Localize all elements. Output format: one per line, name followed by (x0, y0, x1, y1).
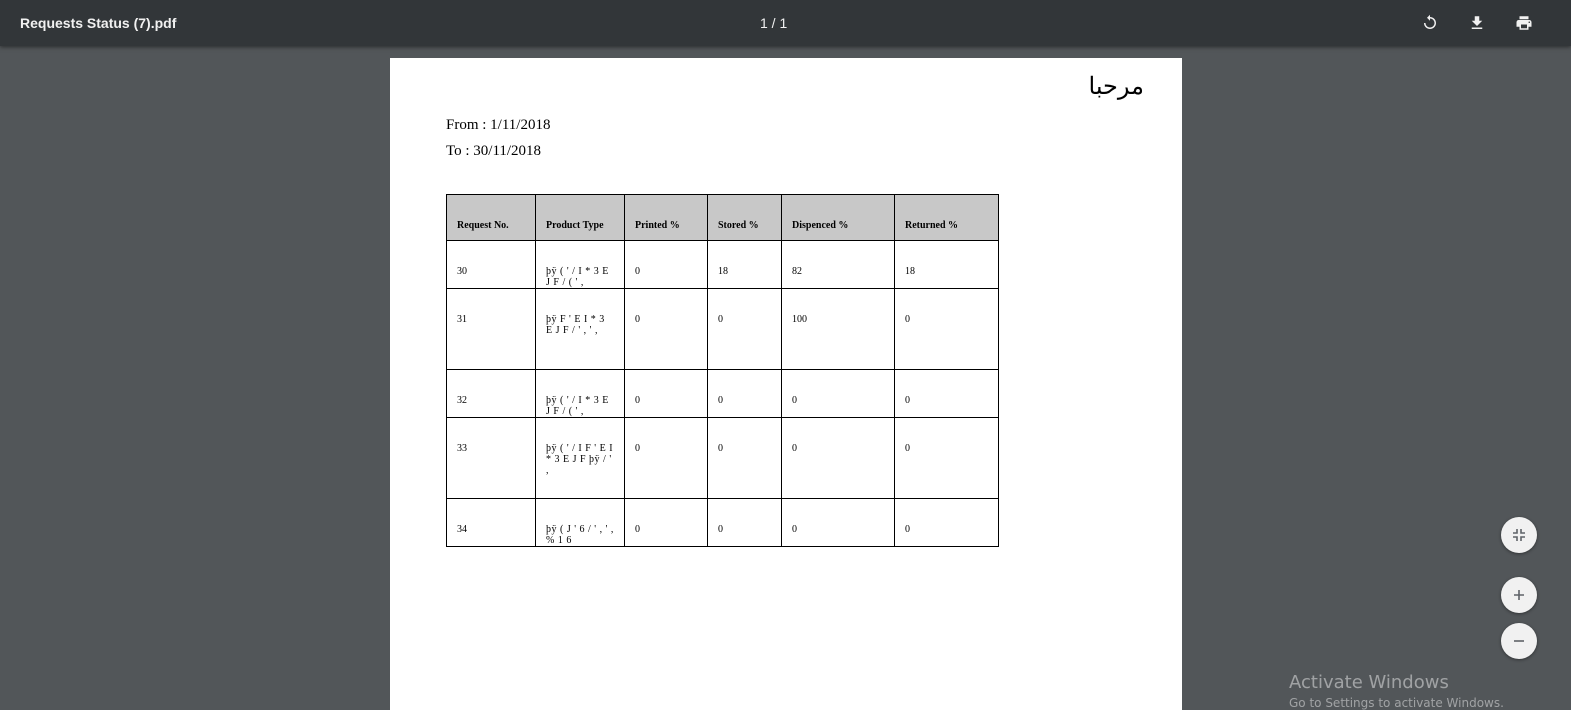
zoom-in-icon (1514, 590, 1524, 600)
document-title: Requests Status (7).pdf (20, 15, 177, 31)
cell-stored: 0 (707, 369, 782, 418)
pdf-toolbar: Requests Status (7).pdf 1 / 1 (0, 0, 1571, 46)
cell-product-type: þÿ ( ' / I * 3 E J F / ( ' , (535, 240, 625, 289)
rotate-button[interactable] (1417, 10, 1443, 36)
cell-returned: 0 (894, 288, 999, 370)
header-printed: Printed % (624, 194, 708, 241)
fit-page-icon (1513, 529, 1525, 541)
download-button[interactable] (1464, 10, 1490, 36)
zoom-out-icon (1514, 640, 1524, 642)
from-date: From : 1/11/2018 (446, 117, 551, 133)
cell-dispenced: 82 (781, 240, 895, 289)
page-indicator: 1 / 1 (760, 15, 788, 31)
print-icon (1516, 16, 1532, 30)
table-row: 33 þÿ ( ' / I F ' E I * 3 E J F þÿ / ' ,… (446, 417, 999, 499)
cell-product-type: þÿ F ' E I * 3 E J F / ' , ' , (535, 288, 625, 370)
cell-dispenced: 0 (781, 369, 895, 418)
cell-dispenced: 0 (781, 417, 895, 499)
cell-product-type: þÿ ( ' / I F ' E I * 3 E J F þÿ / ' , (535, 417, 625, 499)
cell-request-no: 32 (446, 369, 536, 418)
cell-printed: 0 (624, 240, 708, 289)
cell-dispenced: 100 (781, 288, 895, 370)
table-row: 32 þÿ ( ' / I * 3 E J F / ( ' , 0 0 0 0 (446, 369, 999, 418)
cell-request-no: 30 (446, 240, 536, 289)
cell-stored: 18 (707, 240, 782, 289)
print-button[interactable] (1511, 10, 1537, 36)
download-icon (1471, 16, 1483, 29)
greeting-text: مرحبا (1088, 72, 1145, 100)
cell-printed: 0 (624, 417, 708, 499)
cell-stored: 0 (707, 498, 782, 547)
cell-product-type: þÿ ( ' / I * 3 E J F / ( ' , (535, 369, 625, 418)
zoom-in-button[interactable] (1501, 577, 1537, 613)
cell-request-no: 31 (446, 288, 536, 370)
cell-stored: 0 (707, 288, 782, 370)
header-request-no: Request No. (446, 194, 536, 241)
cell-returned: 0 (894, 498, 999, 547)
table-header-row: Request No. Product Type Printed % Store… (446, 194, 999, 241)
windows-activation-watermark: Activate Windows Go to Settings to activ… (1289, 672, 1504, 710)
watermark-title: Activate Windows (1289, 672, 1449, 693)
table-row: 34 þÿ ( J ' 6 / ' , ' , % 1 6 0 0 0 0 (446, 498, 999, 547)
cell-stored: 0 (707, 417, 782, 499)
cell-printed: 0 (624, 498, 708, 547)
header-returned: Returned % (894, 194, 999, 241)
cell-returned: 0 (894, 417, 999, 499)
header-stored: Stored % (707, 194, 782, 241)
header-dispenced: Dispenced % (781, 194, 895, 241)
cell-request-no: 34 (446, 498, 536, 547)
table-row: 31 þÿ F ' E I * 3 E J F / ' , ' , 0 0 10… (446, 288, 999, 370)
cell-printed: 0 (624, 369, 708, 418)
cell-returned: 18 (894, 240, 999, 289)
pdf-page: مرحبا From : 1/11/2018 To : 30/11/2018 R… (390, 58, 1182, 710)
cell-printed: 0 (624, 288, 708, 370)
table-row: 30 þÿ ( ' / I * 3 E J F / ( ' , 0 18 82 … (446, 240, 999, 289)
cell-dispenced: 0 (781, 498, 895, 547)
fit-page-button[interactable] (1501, 517, 1537, 553)
cell-product-type: þÿ ( J ' 6 / ' , ' , % 1 6 (535, 498, 625, 547)
rotate-icon (1424, 14, 1436, 29)
cell-request-no: 33 (446, 417, 536, 499)
header-product-type: Product Type (535, 194, 625, 241)
zoom-out-button[interactable] (1501, 623, 1537, 659)
to-date: To : 30/11/2018 (446, 143, 542, 159)
requests-table: Request No. Product Type Printed % Store… (446, 194, 999, 547)
watermark-subtitle: Go to Settings to activate Windows. (1289, 696, 1504, 710)
cell-returned: 0 (894, 369, 999, 418)
